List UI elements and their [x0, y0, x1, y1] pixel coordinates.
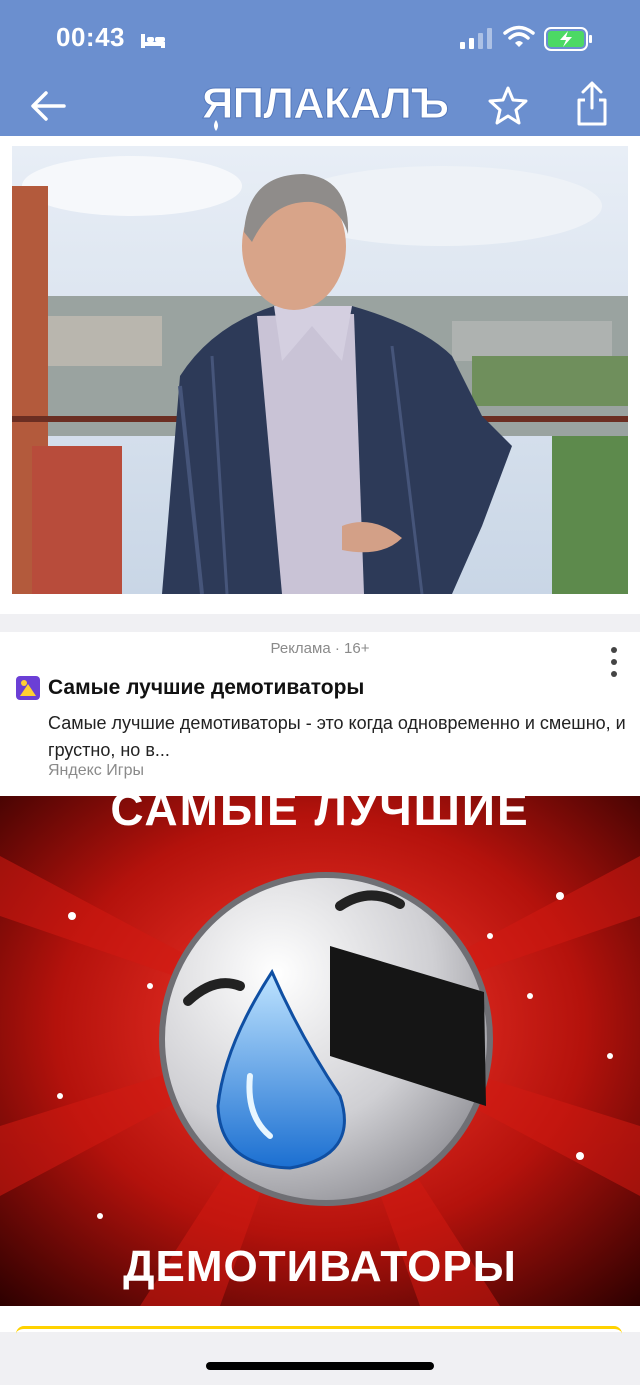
top-bar: 00:43 ЯПЛАКАЛЪ [0, 0, 640, 136]
banner-top-text: САМЫЕ ЛУЧШИЕ [110, 796, 530, 835]
navigation-bar: ЯПЛАКАЛЪ [0, 72, 640, 136]
ad-description: Самые лучшие демотиваторы - это когда од… [48, 713, 626, 760]
share-button[interactable] [570, 80, 614, 128]
more-vertical-icon[interactable] [600, 644, 628, 680]
post-card [0, 136, 640, 614]
ad-label: Реклама · 16+ [270, 640, 370, 657]
post-photo[interactable] [12, 146, 628, 594]
wifi-icon [503, 25, 535, 47]
game-icon [16, 676, 40, 700]
ad-title[interactable]: Самые лучшие демотиваторы [48, 676, 364, 700]
cellular-signal-icon [460, 28, 492, 49]
site-logo[interactable]: ЯПЛАКАЛЪ [178, 76, 472, 134]
status-bar: 00:43 [0, 0, 640, 80]
ad-bottom-strip [16, 1326, 622, 1338]
status-time: 00:43 [56, 22, 125, 52]
svg-text:ЯПЛАКАЛЪ: ЯПЛАКАЛЪ [202, 79, 448, 128]
ad-banner-image[interactable]: САМЫЕ ЛУЧШИЕ ДЕМОТИВАТОРЫ [0, 796, 640, 1306]
battery-charging-icon [544, 27, 592, 51]
ad-card[interactable]: Реклама · 16+ Самые лучшие демотиваторы … [0, 632, 640, 1332]
home-indicator[interactable] [206, 1362, 434, 1370]
banner-bottom-text: ДЕМОТИВАТОРЫ [123, 1242, 517, 1291]
banner-artwork [0, 796, 640, 1306]
favorite-star-button[interactable] [486, 84, 530, 128]
sleep-mode-icon [141, 34, 165, 48]
back-button[interactable] [26, 84, 70, 128]
ad-source: Яндекс Игры [48, 762, 144, 779]
